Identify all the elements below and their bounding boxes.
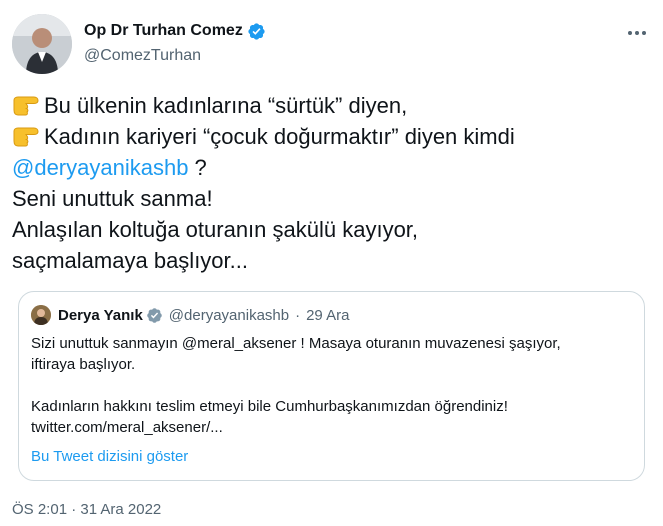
pointing-right-emoji-icon bbox=[13, 127, 39, 147]
tweet-line-2: Kadının kariyeri “çocuk doğurmaktır” diy… bbox=[44, 124, 515, 149]
author-avatar[interactable] bbox=[12, 14, 72, 74]
tweet-line-1: Bu ülkenin kadınlarına “sürtük” diyen, bbox=[44, 93, 408, 118]
quoted-author-handle[interactable]: @deryayanikashb bbox=[169, 307, 289, 324]
quoted-tweet-card[interactable]: Derya Yanık @deryayanikashb · 29 Ara Siz… bbox=[18, 291, 645, 481]
tweet-line-6: saçmalamaya başlıyor... bbox=[12, 248, 248, 273]
quoted-mention: @meral_aksener bbox=[181, 335, 297, 352]
tweet-text: Bu ülkenin kadınlarına “sürtük” diyen, K… bbox=[12, 90, 652, 276]
quoted-author-name[interactable]: Derya Yanık bbox=[58, 307, 143, 324]
pointing-right-emoji-icon bbox=[13, 96, 39, 116]
tweet-line-4: Seni unuttuk sanma! bbox=[12, 186, 213, 211]
tweet-timestamp[interactable]: ÖS 2:01 · 31 Ara 2022 bbox=[12, 501, 161, 518]
quoted-line-2: iftiraya başlıyor. bbox=[31, 356, 136, 373]
author-display-name[interactable]: Op Dr Turhan Comez bbox=[84, 22, 243, 40]
quoted-line-3: Kadınların hakkını teslim etmeyi bile Cu… bbox=[31, 398, 508, 415]
quoted-author-avatar[interactable] bbox=[31, 305, 51, 325]
verified-badge-icon bbox=[248, 22, 265, 40]
quoted-separator: · bbox=[295, 306, 301, 324]
mention-link[interactable]: @deryayanikashb bbox=[12, 155, 188, 180]
more-options-icon[interactable] bbox=[624, 20, 650, 46]
author-handle[interactable]: @ComezTurhan bbox=[84, 47, 266, 65]
quoted-line-1-prefix: Sizi unuttuk sanmayın bbox=[31, 335, 182, 352]
quoted-tweet-text: Sizi unuttuk sanmayın @meral_aksener ! M… bbox=[31, 333, 626, 438]
show-thread-link[interactable]: Bu Tweet dizisini göster bbox=[31, 448, 188, 465]
tweet-header: Op Dr Turhan Comez @ComezTurhan bbox=[12, 14, 652, 74]
quoted-link: twitter.com/meral_aksener/... bbox=[31, 419, 223, 436]
mention-suffix: ? bbox=[188, 155, 207, 180]
tweet-line-5: Anlaşılan koltuğa oturanın şakülü kayıyo… bbox=[12, 217, 419, 242]
quoted-date[interactable]: 29 Ara bbox=[306, 307, 349, 324]
verified-badge-icon bbox=[147, 307, 162, 323]
quoted-line-1-suffix: ! Masaya oturanın muvazenesi şaşıyor, bbox=[296, 335, 561, 352]
